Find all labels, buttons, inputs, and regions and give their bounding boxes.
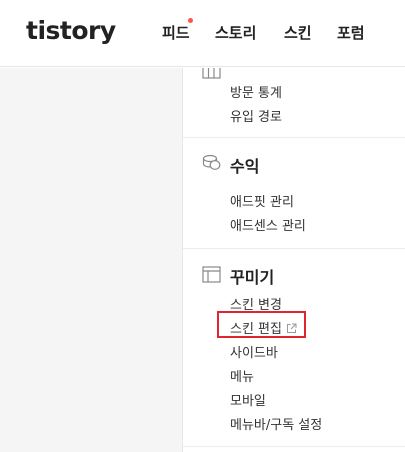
menu-menu[interactable]: 메뉴 <box>230 366 254 385</box>
new-notification-dot <box>188 18 193 23</box>
admin-sidebar: 방문 통계 유입 경로 수익 애드핏 관리 애드센스 관리 꾸미기 스킨 변경 … <box>182 68 405 452</box>
stats-icon <box>202 68 221 79</box>
menu-menubar-subscribe[interactable]: 메뉴바/구독 설정 <box>230 414 322 433</box>
menu-sidebar[interactable]: 사이드바 <box>230 342 278 361</box>
section-title-revenue: 수익 <box>230 157 260 176</box>
tistory-logo[interactable]: tistory <box>26 16 116 45</box>
nav-forum[interactable]: 포럼 <box>337 22 365 43</box>
content-area: 방문 통계 유입 경로 수익 애드핏 관리 애드센스 관리 꾸미기 스킨 변경 … <box>0 68 405 452</box>
coins-icon <box>202 154 221 170</box>
top-header: tistory 피드 스토리 스킨 포럼 <box>0 0 405 67</box>
nav-feed-label: 피드 <box>162 24 190 42</box>
nav-story[interactable]: 스토리 <box>215 22 256 43</box>
skin-edit-highlight-box <box>217 311 306 338</box>
nav-feed[interactable]: 피드 <box>162 18 193 43</box>
section-title-decorate: 꾸미기 <box>230 268 275 287</box>
menu-adsense[interactable]: 애드센스 관리 <box>230 215 306 234</box>
nav-skin[interactable]: 스킨 <box>284 22 312 43</box>
menu-mobile[interactable]: 모바일 <box>230 390 266 409</box>
layout-icon <box>202 266 221 283</box>
menu-adfit[interactable]: 애드핏 관리 <box>230 191 294 210</box>
section-divider <box>183 137 405 138</box>
section-divider <box>183 446 405 447</box>
section-divider <box>183 248 405 249</box>
menu-inflow-path[interactable]: 유입 경로 <box>230 106 282 125</box>
menu-visit-stats[interactable]: 방문 통계 <box>230 82 282 101</box>
